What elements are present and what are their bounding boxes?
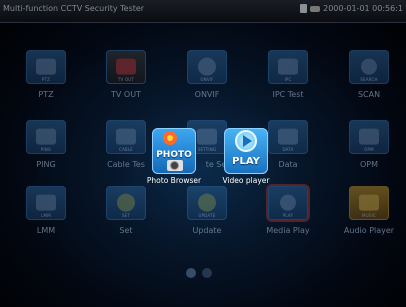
update-icon: UPDATE [187, 186, 227, 220]
media-play-icon: PLAY [268, 186, 308, 220]
battery-icon [300, 4, 308, 13]
menu-label: Audio Player [343, 226, 395, 235]
menu-label: Set [119, 226, 133, 235]
datetime: 2000-01-01 00:56:1 [323, 4, 403, 13]
menu-item-onvif[interactable]: ONVIF ONVIF [180, 50, 234, 99]
menu-label: Update [192, 226, 222, 235]
ping-icon: PING [26, 120, 66, 154]
app-title: Multi-function CCTV Security Tester [3, 4, 145, 13]
photo-icon: PHOTO [152, 128, 196, 174]
page-dot[interactable] [186, 268, 196, 278]
menu-label: TV OUT [111, 90, 141, 99]
menu-label: LMM [36, 226, 56, 235]
menu-item-audio-player[interactable]: MUSIC Audio Player [342, 186, 396, 235]
menu-item-tv-out[interactable]: TV OUT TV OUT [99, 50, 153, 99]
photo-browser-option[interactable]: PHOTO Photo Browser [143, 128, 205, 185]
status-area: 2000-01-01 00:56:1 [300, 4, 403, 13]
tv-out-icon: TV OUT [106, 50, 146, 84]
lmm-icon: LMM [26, 186, 66, 220]
onvif-icon: ONVIF [187, 50, 227, 84]
menu-label: OPM [359, 160, 379, 169]
link-icon [310, 5, 321, 12]
search-icon: SEARCH [349, 50, 389, 84]
menu-label: SCAN [357, 90, 381, 99]
gear-icon: SET [106, 186, 146, 220]
menu-label: PING [36, 160, 56, 169]
play-icon [235, 130, 257, 152]
menu-item-opm[interactable]: OPM OPM [342, 120, 396, 169]
video-icon: PLAY [224, 128, 268, 174]
ptz-icon: PTZ [26, 50, 66, 84]
opm-icon: OPM [349, 120, 389, 154]
menu-label: IPC Test [272, 90, 304, 99]
flower-icon [163, 131, 177, 145]
music-icon: MUSIC [349, 186, 389, 220]
menu-label: PTZ [38, 90, 54, 99]
camera-icon [167, 160, 183, 171]
ipc-camera-icon: IPC [268, 50, 308, 84]
page-dot[interactable] [202, 268, 212, 278]
menu-label: Media Play [266, 226, 310, 235]
menu-item-ping[interactable]: PING PING [19, 120, 73, 169]
photo-title: PHOTO [156, 150, 192, 160]
video-title: PLAY [232, 156, 260, 167]
photo-browser-label: Photo Browser [146, 176, 202, 185]
top-status-bar: Multi-function CCTV Security Tester 2000… [0, 0, 406, 23]
menu-item-scan[interactable]: SEARCH SCAN [342, 50, 396, 99]
video-player-label: Video player [222, 176, 270, 185]
menu-item-ipc-test[interactable]: IPC IPC Test [261, 50, 315, 99]
menu-item-lmm[interactable]: LMM LMM [19, 186, 73, 235]
page-indicator [186, 268, 212, 278]
cable-icon: CABLE [106, 120, 146, 154]
screen: Multi-function CCTV Security Tester 2000… [0, 0, 406, 307]
menu-item-set[interactable]: SET Set [99, 186, 153, 235]
video-player-option[interactable]: PLAY Video player [215, 128, 277, 185]
menu-label: ONVIF [194, 90, 220, 99]
menu-item-update[interactable]: UPDATE Update [180, 186, 234, 235]
menu-item-media-play[interactable]: PLAY Media Play [261, 186, 315, 235]
menu-item-ptz[interactable]: PTZ PTZ [19, 50, 73, 99]
